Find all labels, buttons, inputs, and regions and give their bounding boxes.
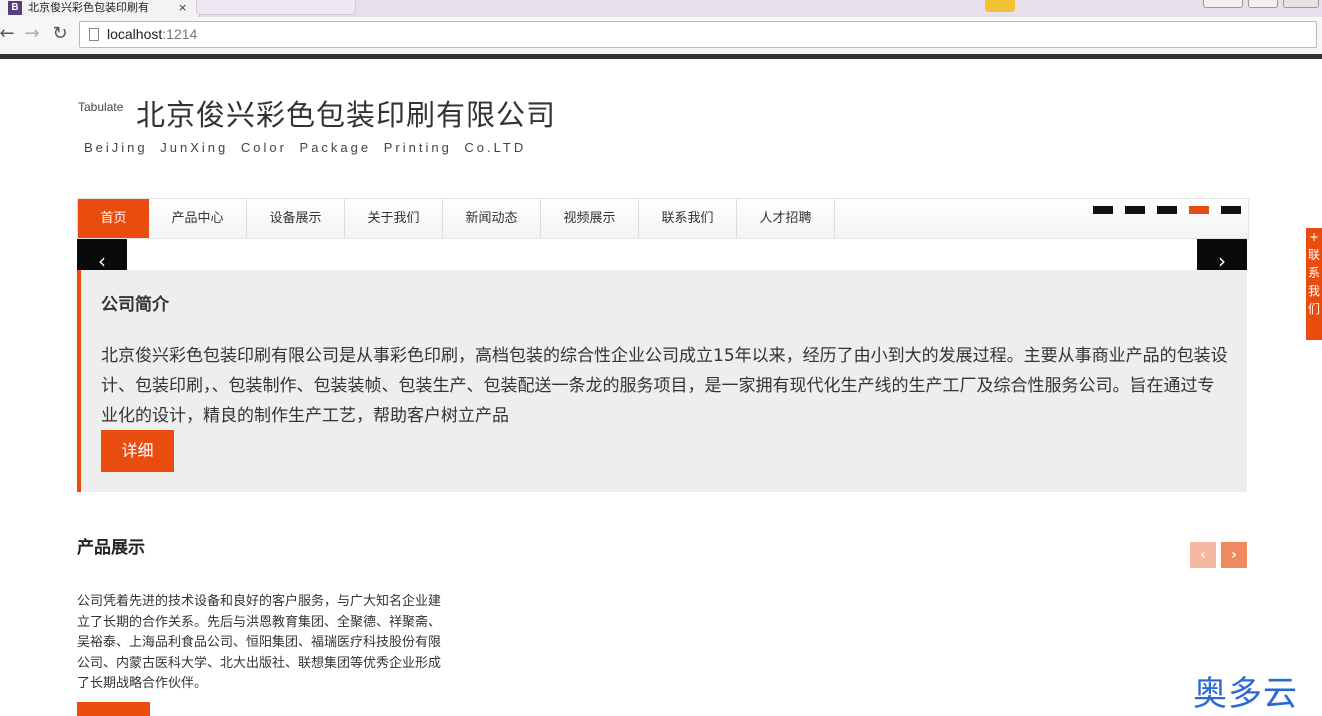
nav-item-about[interactable]: 关于我们 [345, 199, 443, 238]
tab-close-icon[interactable]: × [178, 0, 187, 16]
url-port: :1214 [162, 26, 198, 42]
slider-dot[interactable] [1221, 206, 1241, 214]
reload-icon[interactable]: ↻ [49, 23, 71, 45]
site-subtitle: BeiJing JunXing Color Package Printing C… [84, 140, 527, 155]
intro-detail-button[interactable]: 详细 [101, 430, 174, 472]
intro-panel: 公司简介 北京俊兴彩色包装印刷有限公司是从事彩色印刷，高档包装的综合性企业公司成… [77, 270, 1247, 492]
forward-icon[interactable]: → [21, 23, 43, 45]
window-maximize-button[interactable] [1248, 0, 1278, 8]
slider-area [77, 239, 1247, 270]
browser-toolbar: ← → ↻ localhost:1214 [0, 17, 1322, 54]
products-title: 产品展示 [77, 538, 145, 558]
float-tab-char: + [1308, 230, 1320, 244]
float-tab-char: 联 [1307, 248, 1320, 262]
window-close-button[interactable] [1283, 0, 1319, 8]
products-detail-button[interactable] [77, 702, 150, 716]
products-next-icon[interactable]: › [1221, 542, 1247, 568]
nav-item-jobs[interactable]: 人才招聘 [737, 199, 835, 238]
browser-tab-active[interactable]: B 北京俊兴彩色包装印刷有 × [0, 0, 200, 17]
float-tab-char: 系 [1307, 266, 1320, 280]
bootstrap-favicon-icon: B [8, 1, 22, 15]
url-host: localhost [107, 26, 163, 42]
extension-icon[interactable] [985, 0, 1015, 12]
main-nav: 首页 产品中心 设备展示 关于我们 新闻动态 视频展示 联系我们 人才招聘 [77, 198, 1249, 239]
url-text: localhost:1214 [107, 22, 197, 47]
products-body: 公司凭着先进的技术设备和良好的客户服务，与广大知名企业建立了长期的合作关系。先后… [77, 594, 442, 691]
page-icon [89, 28, 99, 41]
window-minimize-button[interactable] [1203, 0, 1243, 8]
nav-item-contact[interactable]: 联系我们 [639, 199, 737, 238]
slider-dot[interactable] [1093, 206, 1113, 214]
back-icon[interactable]: ← [0, 23, 18, 45]
tab-title: 北京俊兴彩色包装印刷有 [28, 1, 149, 14]
browser-tabstrip: B 北京俊兴彩色包装印刷有 × [0, 0, 1322, 17]
site-title: 北京俊兴彩色包装印刷有限公司 [136, 98, 557, 132]
intro-body: 北京俊兴彩色包装印刷有限公司是从事彩色印刷，高档包装的综合性企业公司成立15年以… [101, 346, 1228, 426]
products-prev-icon[interactable]: ‹ [1190, 542, 1216, 568]
page-top-bar [0, 54, 1322, 59]
slider-dot-active[interactable] [1189, 206, 1209, 214]
contact-float-tab[interactable]: + 联 系 我 们 [1306, 228, 1322, 340]
slider-prev-icon[interactable]: ‹ [77, 239, 127, 270]
nav-item-home[interactable]: 首页 [78, 199, 149, 238]
intro-title: 公司简介 [101, 295, 169, 315]
address-bar[interactable]: localhost:1214 [79, 21, 1317, 48]
nav-item-products[interactable]: 产品中心 [149, 199, 247, 238]
nav-item-video[interactable]: 视频展示 [541, 199, 639, 238]
nav-item-equipment[interactable]: 设备展示 [247, 199, 345, 238]
slider-dot[interactable] [1125, 206, 1145, 214]
slider-next-icon[interactable]: › [1197, 239, 1247, 270]
header-tag: Tabulate [78, 100, 124, 114]
browser-tab-inactive[interactable] [196, 0, 356, 15]
float-tab-char: 我 [1307, 284, 1320, 298]
slider-dot[interactable] [1157, 206, 1177, 214]
float-tab-char: 们 [1307, 302, 1320, 316]
nav-item-news[interactable]: 新闻动态 [443, 199, 541, 238]
watermark: 奥多云 [1193, 674, 1298, 714]
